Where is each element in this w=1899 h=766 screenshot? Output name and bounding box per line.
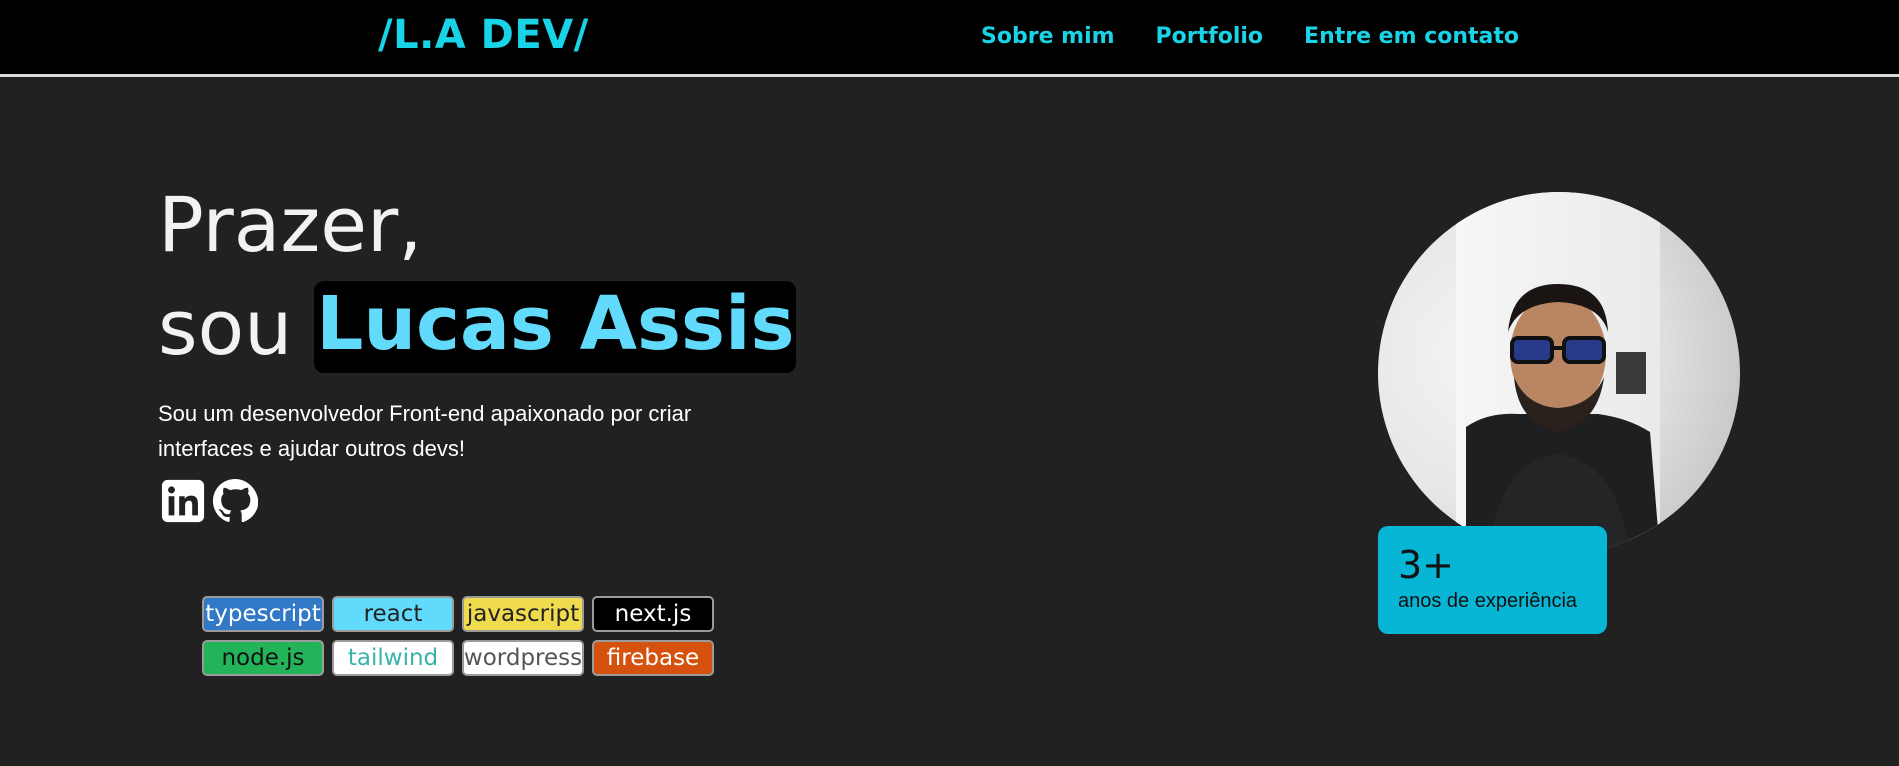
github-icon[interactable] [212,478,258,524]
experience-value: 3+ [1398,543,1455,587]
main-nav: Sobre mim Portfolio Entre em contato [981,24,1519,49]
hero-intro: sou Lucas Assis [158,281,797,373]
tag-tailwind: tailwind [332,640,454,676]
hero-greeting: Prazer, [158,180,423,269]
hero-intro-prefix: sou [158,282,293,372]
nav-link-portfolio[interactable]: Portfolio [1156,24,1264,49]
top-nav-bar: /L.A DEV/ Sobre mim Portfolio Entre em c… [0,0,1899,77]
social-links [160,478,258,524]
profile-photo-illustration [1456,192,1660,554]
tag-javascript: javascript [462,596,584,632]
tag-nodejs: node.js [202,640,324,676]
tag-nextjs: next.js [592,596,714,632]
tag-react: react [332,596,454,632]
experience-label: anos de experiência [1398,590,1578,612]
tag-firebase: firebase [592,640,714,676]
experience-card: 3+ anos de experiência [1378,526,1607,634]
nav-link-contato[interactable]: Entre em contato [1304,24,1519,49]
tag-typescript: typescript [202,596,324,632]
linkedin-icon[interactable] [160,478,206,524]
nav-link-sobre-mim[interactable]: Sobre mim [981,24,1115,49]
hero-name: Lucas Assis [314,281,797,373]
hero-description: Sou um desenvolvedor Front-end apaixonad… [158,401,692,461]
profile-photo [1378,192,1740,554]
tech-tags: typescript react javascript next.js node… [202,596,714,676]
site-logo[interactable]: /L.A DEV/ [378,12,589,58]
tag-wordpress: wordpress [462,640,584,676]
